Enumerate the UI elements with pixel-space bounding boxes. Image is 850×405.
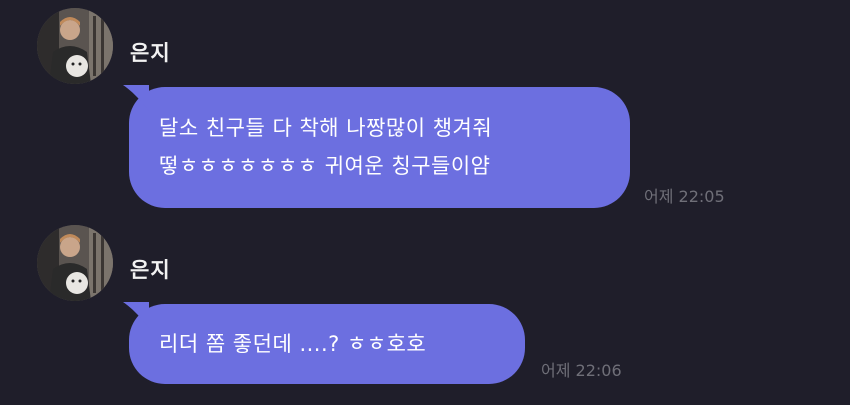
avatar[interactable] bbox=[37, 8, 113, 84]
avatar[interactable] bbox=[37, 225, 113, 301]
message-bubble[interactable]: 달소 친구들 다 착해 나짱많이 챙겨줘 떻ㅎㅎㅎㅎㅎㅎㅎ 귀여운 칭구들이얌 bbox=[123, 85, 630, 208]
profile-photo-icon bbox=[37, 8, 113, 84]
timestamp: 어제 22:05 bbox=[644, 187, 725, 206]
timestamp: 어제 22:06 bbox=[541, 361, 622, 380]
profile-photo-icon bbox=[37, 225, 113, 301]
sender-name: 은지 bbox=[130, 41, 171, 65]
message-text: 떻ㅎㅎㅎㅎㅎㅎㅎ 귀여운 칭구들이얌 bbox=[159, 154, 491, 178]
message-bubble[interactable]: 리더 쫌 좋던데 ....? ㅎㅎ호호 bbox=[123, 302, 525, 384]
message-text: 달소 친구들 다 착해 나짱많이 챙겨줘 bbox=[159, 116, 493, 140]
bubble-tail-icon bbox=[123, 85, 149, 111]
message-text: 리더 쫌 좋던데 ....? ㅎㅎ호호 bbox=[159, 332, 427, 356]
bubble-tail-icon bbox=[123, 302, 149, 328]
sender-name: 은지 bbox=[130, 258, 171, 282]
chat-thread: 은지 달소 친구들 다 착해 나짱많이 챙겨줘 떻ㅎㅎㅎㅎㅎㅎㅎ 귀여운 칭구들… bbox=[0, 0, 850, 405]
